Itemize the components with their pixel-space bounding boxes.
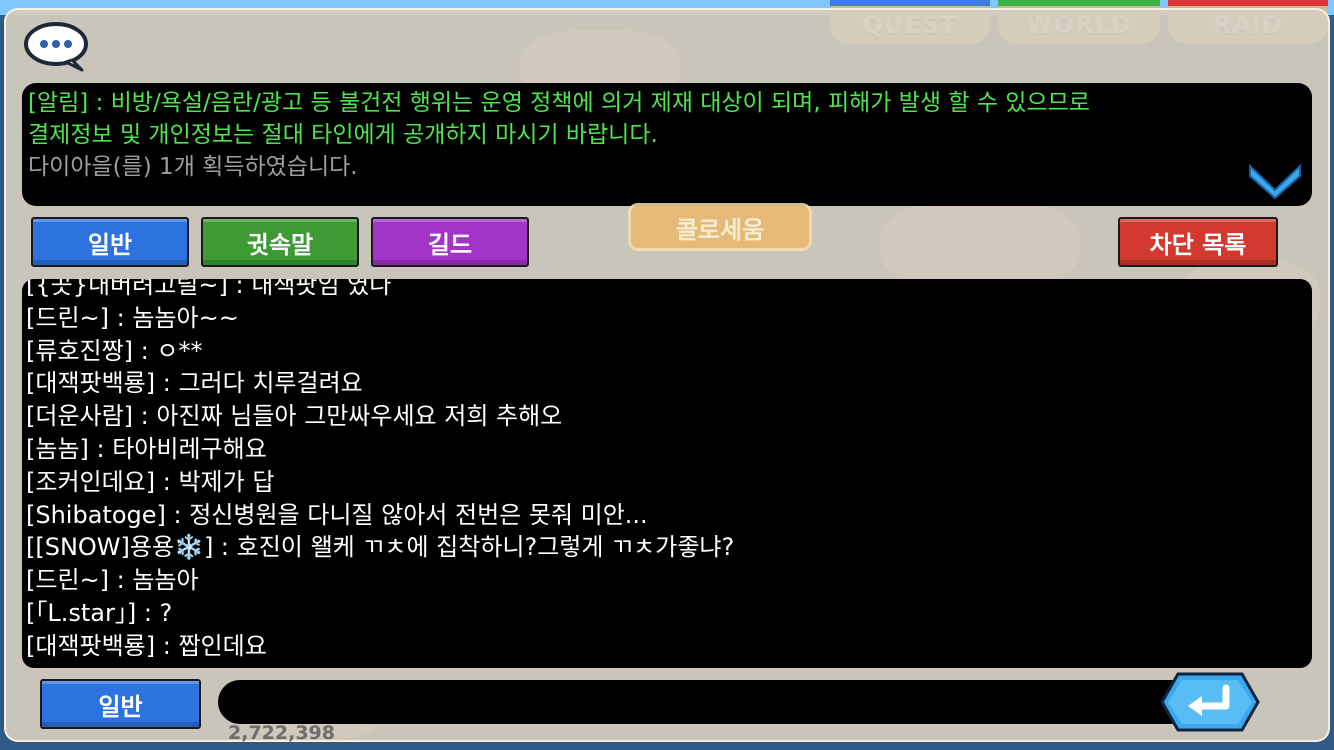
reward-message: 다이아을(를) 1개 획득하였습니다. xyxy=(28,154,358,180)
chat-message: [[SNOW]용용❄️] : 호진이 왤케 ㄲㅊ에 집착하니?그렇게 ㄲㅊ가좋냐… xyxy=(26,533,735,562)
chat-input[interactable] xyxy=(218,680,1178,724)
chat-bubble-icon[interactable] xyxy=(22,20,88,72)
block-list-button[interactable]: 차단 목록 xyxy=(1118,217,1278,267)
chat-message: [Shibatoge] : 정신병원을 다니질 않아서 전번은 못줘 미안... xyxy=(26,500,648,529)
enter-arrow-icon[interactable] xyxy=(1160,670,1260,734)
chat-message: [{곳}내버려고릴~] : 내책팟임 였나 xyxy=(26,279,392,299)
chat-message: [드린~] : 놈놈아~~ xyxy=(26,303,239,332)
chat-message: [대잭팟백룡] : 짭인데요 xyxy=(26,631,267,660)
chevron-down-icon[interactable] xyxy=(1246,160,1304,200)
gold-amount: 2,722,398 xyxy=(228,722,335,744)
system-notice-box: [알림] : 비방/욕설/음란/광고 등 불건전 행위는 운영 정책에 의거 제… xyxy=(22,83,1312,206)
chat-message: [대잭팟백룡] : 그러다 치루걸려요 xyxy=(26,369,363,398)
channel-general-button[interactable]: 일반 xyxy=(31,217,189,267)
chat-message: [「L.star」] : ? xyxy=(26,598,173,627)
notice-line: 결제정보 및 개인정보는 절대 타인에게 공개하지 마시기 바랍니다. xyxy=(28,122,658,148)
chat-message: [조커인데요] : 박제가 답 xyxy=(26,467,275,496)
chat-message: [류호진짱] : ㅇ** xyxy=(26,336,203,365)
input-channel-selector[interactable]: 일반 xyxy=(40,679,201,729)
channel-guild-button[interactable]: 길드 xyxy=(371,217,529,267)
chat-message: [드린~] : 놈놈아 xyxy=(26,566,199,595)
chat-log[interactable]: [{곳}내버려고릴~] : 내책팟임 였나 [드린~] : 놈놈아~~ [류호진… xyxy=(22,279,1312,668)
notice-line: [알림] : 비방/욕설/음란/광고 등 불건전 행위는 운영 정책에 의거 제… xyxy=(28,90,1090,116)
chat-message: [놈놈] : 타아비레구해요 xyxy=(26,434,267,463)
channel-whisper-button[interactable]: 귓속말 xyxy=(201,217,359,267)
colosseum-sign: 콜로세움 xyxy=(628,203,812,251)
chat-message: [더운사람] : 아진짜 님들아 그만싸우세요 저희 추해오 xyxy=(26,402,563,431)
